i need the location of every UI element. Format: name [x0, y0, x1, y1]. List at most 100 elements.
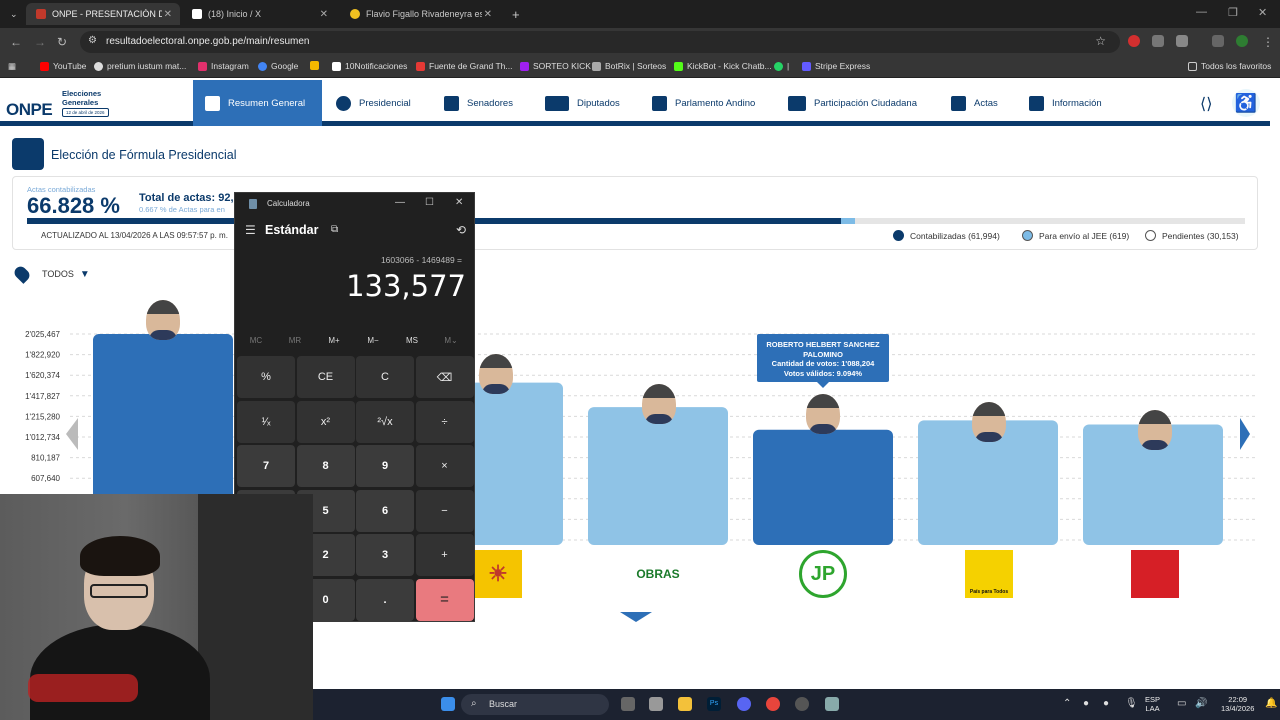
extension-icon[interactable]: [1128, 35, 1140, 47]
bookmark-grand-theft[interactable]: Fuente de Grand Th...: [416, 61, 512, 71]
multiply-key[interactable]: ×: [415, 445, 474, 487]
forward-icon[interactable]: →: [34, 35, 46, 49]
windows-start-icon[interactable]: [441, 697, 455, 711]
omnibox[interactable]: ⚙ resultadoelectoral.onpe.gob.pe/main/re…: [80, 31, 1120, 53]
close-window-icon[interactable]: ✕: [1258, 6, 1267, 19]
accessibility-icon[interactable]: ♿: [1232, 89, 1260, 117]
app-icon[interactable]: [795, 697, 809, 711]
memory-button[interactable]: MS: [394, 336, 430, 345]
menu-resumen-general[interactable]: Resumen General: [193, 80, 322, 126]
bookmark-10notificaciones[interactable]: 10Notificaciones: [332, 61, 407, 71]
digit-key-8[interactable]: 8: [296, 445, 355, 487]
digit-key-9[interactable]: 9: [356, 445, 414, 487]
tab-onpe[interactable]: ONPE - PRESENTACIÓN DE RESULTADOS ✕: [26, 3, 180, 25]
minimize-icon[interactable]: —: [1196, 6, 1207, 18]
tab-x[interactable]: (18) Inicio / X ✕: [182, 3, 336, 25]
volume-icon[interactable]: 🔊: [1195, 698, 1207, 709]
photoshop-icon[interactable]: Ps: [707, 697, 721, 711]
digit-key-xxx[interactable]: ¹⁄ₓ: [237, 400, 295, 443]
digit-key-xx[interactable]: x²: [296, 400, 355, 443]
reload-icon[interactable]: ↻: [57, 35, 67, 49]
profile-avatar[interactable]: [1236, 35, 1248, 47]
subtract-key[interactable]: −: [415, 489, 474, 532]
share-icon[interactable]: ⟨⟩: [1200, 94, 1212, 114]
candidate-bar[interactable]: [753, 429, 893, 545]
clear-entry-key[interactable]: CE: [296, 356, 355, 398]
menu-parlamento-andino[interactable]: Parlamento Andino: [652, 80, 755, 126]
close-tab-icon[interactable]: ✕: [484, 9, 492, 20]
minimize-icon[interactable]: —: [395, 197, 405, 208]
bookmark-instagram[interactable]: Instagram: [198, 61, 249, 71]
bookmark-sorteo-kick[interactable]: SORTEO KICK: [520, 61, 591, 71]
close-tab-icon[interactable]: ✕: [320, 9, 328, 20]
calculator-taskbar-icon[interactable]: [825, 697, 839, 711]
divide-key[interactable]: ÷: [415, 400, 474, 443]
microphone-icon[interactable]: 🎙: [1125, 698, 1138, 709]
bookmark-pretium[interactable]: pretium iustum mat...: [94, 61, 186, 71]
network-icon[interactable]: ▭: [1177, 698, 1186, 709]
tab-flavio[interactable]: Flavio Figallo Rivadeneyra es el ✕: [340, 3, 500, 25]
menu-participacion-ciudadana[interactable]: Participación Ciudadana: [788, 80, 917, 126]
onpe-logo[interactable]: ONPE Elecciones Generales 12 de abril de …: [6, 88, 116, 122]
memory-button[interactable]: M+: [316, 336, 352, 345]
candidate-bar[interactable]: [588, 407, 728, 545]
extensions-puzzle-icon[interactable]: [1176, 35, 1188, 47]
memory-button[interactable]: M⌄: [433, 336, 469, 345]
url-text[interactable]: resultadoelectoral.onpe.gob.pe/main/resu…: [106, 36, 309, 47]
maximize-icon[interactable]: ❐: [1228, 6, 1238, 19]
percent-key[interactable]: %: [237, 356, 295, 398]
decimal-key[interactable]: .: [356, 578, 414, 621]
bookmark-unnamed[interactable]: [310, 61, 323, 70]
tray-icon[interactable]: ●: [1103, 698, 1109, 709]
all-bookmarks-folder[interactable]: Todos los favoritos: [1188, 61, 1271, 71]
clock[interactable]: 22:09 13/4/2026: [1221, 695, 1254, 713]
app-icon[interactable]: [649, 697, 663, 711]
close-icon[interactable]: ✕: [455, 197, 463, 208]
digit-key-6[interactable]: 6: [356, 489, 414, 532]
memory-button[interactable]: MR: [277, 336, 313, 345]
new-tab-button[interactable]: +: [502, 3, 522, 25]
calculator-titlebar[interactable]: Calculadora — ☐ ✕: [235, 193, 474, 215]
discord-icon[interactable]: [737, 697, 751, 711]
maximize-icon[interactable]: ☐: [425, 197, 434, 208]
memory-button[interactable]: MC: [238, 336, 274, 345]
menu-diputados[interactable]: Diputados: [545, 80, 620, 126]
chart-expand-arrow[interactable]: [620, 612, 652, 622]
history-icon[interactable]: ⟲: [456, 223, 466, 237]
digit-key-7[interactable]: 7: [237, 445, 295, 487]
keep-on-top-icon[interactable]: ⧉: [331, 224, 338, 235]
clear-key[interactable]: C: [356, 356, 414, 398]
tab-search-button[interactable]: ⌄: [0, 3, 24, 25]
bookmark-whatsapp[interactable]: |: [774, 61, 789, 71]
backspace-key[interactable]: ⌫: [415, 356, 474, 398]
menu-senadores[interactable]: Senadores: [444, 80, 513, 126]
tray-icon[interactable]: ●: [1083, 698, 1089, 709]
file-explorer-icon[interactable]: [678, 697, 692, 711]
menu-informacion[interactable]: Información: [1029, 80, 1102, 126]
menu-presidencial[interactable]: Presidencial: [336, 80, 411, 126]
show-hidden-icons[interactable]: ⌃: [1063, 698, 1071, 709]
apps-grid-icon[interactable]: ▦: [8, 61, 16, 72]
bookmark-youtube[interactable]: YouTube: [40, 61, 86, 71]
close-tab-icon[interactable]: ✕: [164, 9, 172, 20]
chart-next-arrow[interactable]: [1240, 418, 1250, 450]
menu-actas[interactable]: Actas: [951, 80, 998, 126]
bookmark-star-icon[interactable]: ☆: [1095, 34, 1106, 48]
browser-menu-icon[interactable]: ⋮: [1262, 35, 1274, 49]
hamburger-menu-icon[interactable]: ☰: [245, 223, 256, 237]
chart-prev-arrow[interactable]: [66, 418, 78, 450]
digit-key-3[interactable]: 3: [356, 534, 414, 576]
back-icon[interactable]: ←: [10, 35, 22, 49]
notification-icon[interactable]: 🔔: [1265, 698, 1277, 709]
bookmark-kickbot[interactable]: KickBot - Kick Chatb...: [674, 61, 772, 71]
taskbar-search[interactable]: ⌕ Buscar: [461, 694, 609, 715]
memory-button[interactable]: M−: [355, 336, 391, 345]
media-icon[interactable]: [1212, 35, 1224, 47]
extension-icon[interactable]: [1152, 35, 1164, 47]
chrome-icon[interactable]: [766, 697, 780, 711]
region-filter[interactable]: TODOS ▼: [12, 264, 90, 284]
equals-key[interactable]: =: [415, 578, 474, 621]
bookmark-botrix[interactable]: BotRix | Sorteos: [592, 61, 666, 71]
language-indicator[interactable]: ESP LAA: [1145, 695, 1160, 713]
bookmark-google[interactable]: Google: [258, 61, 298, 71]
